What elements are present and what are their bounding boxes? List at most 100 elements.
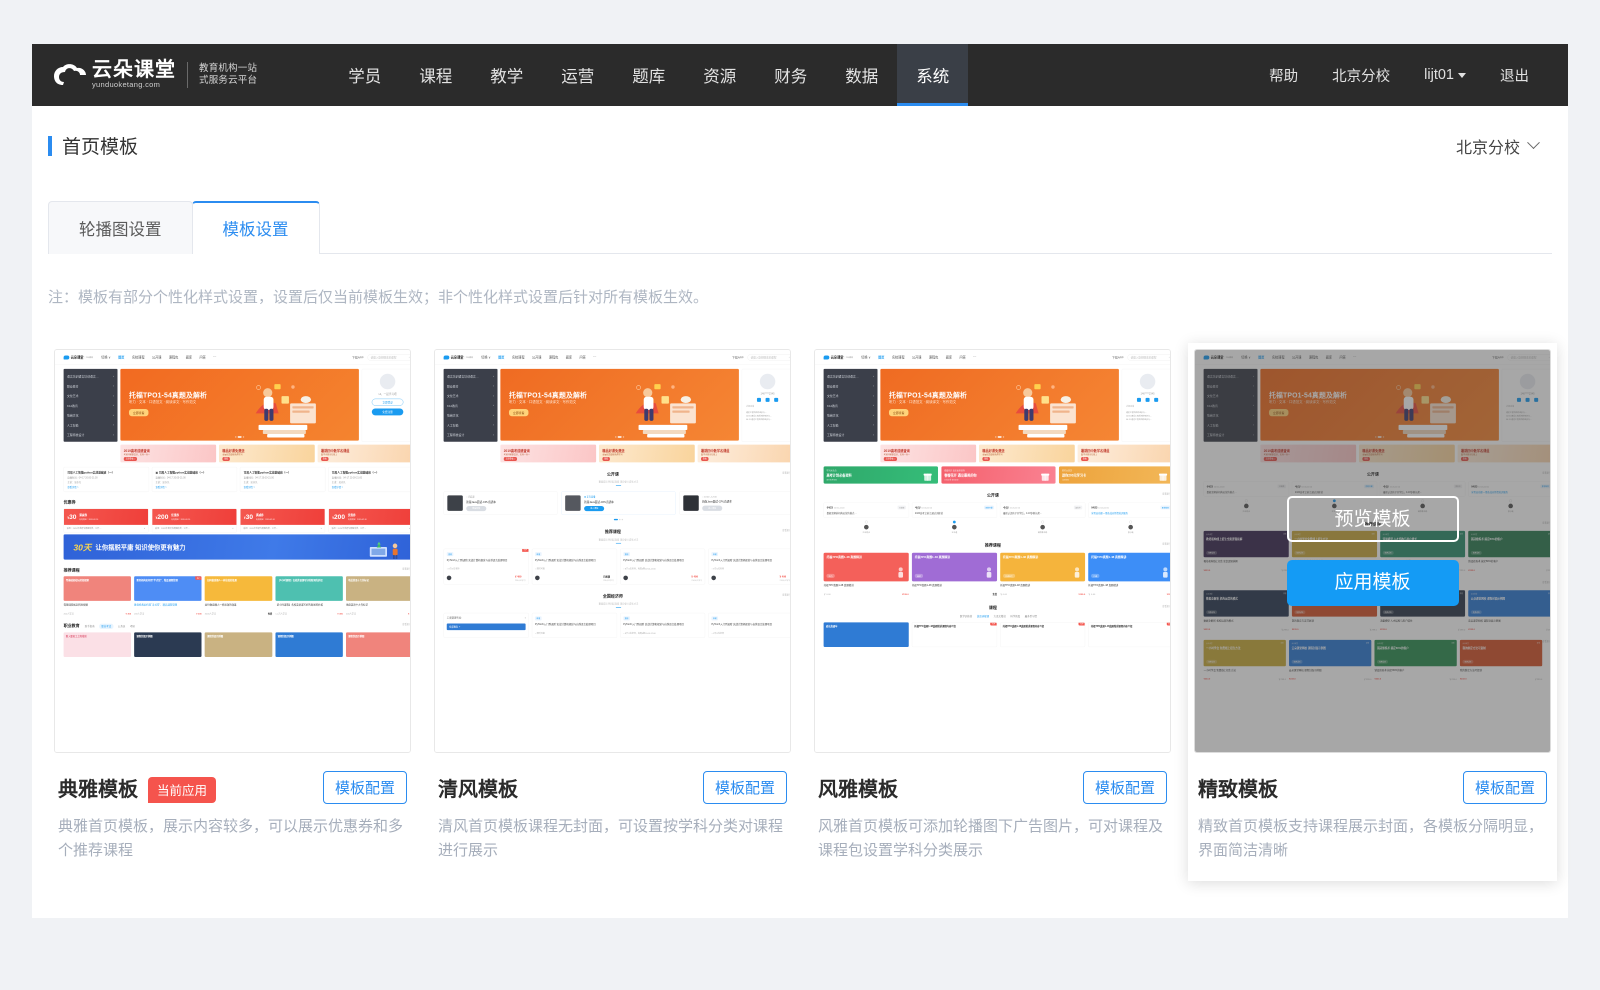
template-thumbnail-3[interactable]: 云朵课堂在线教育 切换 ∨首页名校课程公开课课程包题库问答··· 下载APP 请…: [1194, 349, 1551, 753]
nav-item-8[interactable]: 系统: [897, 44, 968, 106]
template-card-0[interactable]: 云朵课堂在线教育 切换 ∨首页名校课程公开课课程包题库问答··· 下载APP 请…: [48, 343, 417, 881]
template-config-button-2[interactable]: 模板配置: [1083, 771, 1167, 804]
mock-search-box: 请输入您想搜索的课程⌕: [748, 354, 791, 360]
campus-selector[interactable]: 北京分校: [1456, 134, 1538, 158]
mock-public3-title: 公开课 查看更多 >: [824, 492, 1171, 498]
mock-schedule: 04/23 10:00-11:00 已结束 数据全解析机构运营的模式… 今日/ …: [824, 503, 1171, 518]
template-thumbnail-0[interactable]: 云朵课堂在线教育 切换 ∨首页名校课程公开课课程包题库问答··· 下载APP 请…: [54, 349, 411, 753]
nav-item-3[interactable]: 运营: [542, 44, 613, 106]
mock-hero-banner: 托福TPO1-54真题及解析 听力 · 文本 · 口语范文 · 阅读译文 · 写…: [120, 369, 359, 441]
mock-menu-item-3: 公开课: [912, 355, 921, 360]
mock-menu-item-2: 名校课程: [132, 355, 145, 360]
template-config-button-3[interactable]: 模板配置: [1463, 771, 1547, 804]
mock-login-panel: Hi，一起学习吧 立即登录 免费注册: [362, 369, 411, 442]
mock-rec2-card-3: 录播PyTorch入门到进阶 实战计算机视觉与自然语言处理项目 ○ 8节/1位老…: [708, 549, 791, 585]
mock-menu-item-3: 公开课: [532, 355, 541, 360]
mock-course3-tab-2: 大语文精读: [994, 614, 1006, 617]
mock-category-item-6: 工程师类设计›: [824, 430, 878, 440]
mock-course-strip: 司易人工智能python实战基础班（一）直播时间：04-17 20:00-21:…: [64, 467, 411, 492]
note-text: 注：模板有部分个性化样式设置，设置后仅当前模板生效；非个性化样式设置后针对所有模…: [48, 286, 1568, 307]
mock-category-item-4: 情绪文化›: [824, 410, 878, 420]
brand-logo[interactable]: 云朵课堂 yunduoketang.com 教育机构一站 式服务云平台: [54, 61, 257, 90]
app-root: 云朵课堂 yunduoketang.com 教育机构一站 式服务云平台 学员课程…: [0, 0, 1600, 990]
template-thumbnail-1[interactable]: 云朵课堂在线教育 切换 ∨首页名校课程公开课课程包题库问答··· 下载APP 请…: [434, 349, 791, 753]
top-right-item-2[interactable]: lijt01: [1407, 67, 1483, 83]
mock-logo: 云朵课堂在线教育: [64, 355, 94, 360]
mock-schedule-teacher-3: 张小敏: [1088, 521, 1171, 534]
avatar: [623, 576, 628, 581]
top-right-item-1[interactable]: 北京分校: [1315, 65, 1407, 86]
mock-ad-0: 2019高考成绩查询考前冲刺拿高分，名师一对一立即查看 >: [880, 445, 976, 463]
mock-category-item-5: 人工智能›: [824, 420, 878, 430]
mock-econ-title: 全国经济师 查看更多 >: [444, 593, 791, 599]
mock-menu-item-4: 课程包: [169, 355, 178, 360]
mock-category-item-1: 职业教育›: [444, 381, 498, 391]
template-card-meta-1: 清风模板 模板配置 清风首页模板课程无封面，可设置按学科分类对课程进行展示: [434, 753, 791, 863]
tab-1[interactable]: 模板设置: [192, 201, 320, 254]
mock-category-item-5: 人工智能›: [64, 420, 118, 430]
template-card-2[interactable]: 云朵课堂在线教育 切换 ∨首页名校课程公开课课程包题库问答··· 下载APP 请…: [808, 343, 1177, 881]
mock-course3-tab-4: 最多型习惯: [1025, 614, 1037, 617]
mock-download-app: 下载APP: [732, 355, 743, 359]
top-right-item-3[interactable]: 退出: [1483, 65, 1546, 86]
mock-ad3-0: 学习大礼包高考计划必备资料限时免费领取: [824, 466, 938, 483]
avatar: [711, 576, 716, 581]
tab-0[interactable]: 轮播图设置: [48, 201, 193, 254]
nav-item-5[interactable]: 资源: [684, 44, 755, 106]
mock-course3-card-1: TOP托福TPO真题1-48真题精讲课程内容介绍: [912, 622, 997, 647]
current-applied-badge: 当前应用: [148, 777, 216, 803]
mock-teacher-0: ○ 已结束 新版Java面试-CPU直通车查看回放: [444, 491, 558, 515]
template-card-1[interactable]: 云朵课堂在线教育 切换 ∨首页名校课程公开课课程包题库问答··· 下载APP 请…: [428, 343, 797, 881]
mock-econ-card-0: 录播PyTorch入门到进阶 实战计算机视觉与自然语言处理项目○ 限时可报: [532, 613, 617, 638]
mock-menu-item-6: 问答: [200, 355, 206, 360]
template-thumbnail-2[interactable]: 云朵课堂在线教育 切换 ∨首页名校课程公开课课程包题库问答··· 下载APP 请…: [814, 349, 1171, 753]
mock-voc-card-2: 课程封面示例图: [205, 632, 272, 657]
mock-menu-item-1: 首页: [118, 355, 124, 360]
mock-menu-item-6: 问答: [580, 355, 586, 360]
mock-coupon-list: ¥30 满减券有效期至：2020-02-10 适用：2020年考研专属题库类、公…: [64, 509, 411, 533]
nav-item-0[interactable]: 学员: [329, 44, 400, 106]
nav-item-2[interactable]: 教学: [471, 44, 542, 106]
mock-coupon-0: ¥30 满减券有效期至：2020-02-10 适用：2020年考研专属题库类、公…: [64, 509, 149, 533]
mock-schedule-2: 今日/ 11:20-11:50 报名中 最新认识孩子开学后，3-18岁家长帮…: [1000, 503, 1085, 518]
nav-item-4[interactable]: 题库: [613, 44, 684, 106]
template-hover-overlay: 预览模板 应用模板: [1195, 350, 1550, 752]
avatar: [683, 495, 698, 510]
mock-rec2-card-2: 直播PyTorch入门到进阶 实战计算机视觉与自然语言处理项目 ○ 8节/1位老…: [620, 549, 705, 585]
apply-template-button[interactable]: 应用模板: [1287, 560, 1459, 606]
mock-category-item-3: K12教育›: [444, 400, 498, 410]
template-config-button-1[interactable]: 模板配置: [703, 771, 787, 804]
mock-menu: 切换 ∨首页名校课程公开课课程包题库问答···: [861, 355, 976, 360]
mock-banner-dots: [235, 436, 244, 437]
mock-menu-item-6: 问答: [960, 355, 966, 360]
avatar: [535, 576, 540, 581]
mock-menu-item-5: 题库: [566, 355, 572, 360]
mock-menu: 切换 ∨首页名校课程公开课课程包题库问答···: [101, 355, 216, 360]
template-config-button-0[interactable]: 模板配置: [323, 771, 407, 804]
nav-item-6[interactable]: 财务: [755, 44, 826, 106]
mock-category-item-3: K12教育›: [824, 400, 878, 410]
mock-category-sidebar: 语言培训语言培训语言…›职业教育›文化艺术›K12教育›情绪文化›人工智能›工程…: [824, 369, 878, 442]
mock-rec-card-1: 教育机构如何用“半式堂”、精品课程管理热门 教育机构如何用“半式堂”、精品课程管…: [134, 576, 201, 615]
mock-menu-item-7: ···: [973, 355, 976, 360]
mock-register-button: 免费注册: [372, 408, 404, 415]
mock-rec2-card-1: 录播PyTorch入门到进阶 实战计算机视觉与自然语言处理项目 ○ 限时可报 已…: [532, 549, 617, 585]
mock-rec3-grid: 托福TPO真题1-48 真题精讲听力 托福TPO真题1-48 真题精讲 ￥ 0.…: [824, 553, 1171, 596]
mock-course3-grid: 成长直通车 TOP托福TPO真题1-48真题精讲课程内容介绍 TOP托福TPO真…: [824, 622, 1171, 647]
mock-econ-grid: 工商管理专业› 全部教务 > 录播PyTorch入门到进阶 实战计算机视觉与自然…: [444, 613, 791, 638]
nav-item-1[interactable]: 课程: [400, 44, 471, 106]
mock-download-app: 下载APP: [352, 355, 363, 359]
top-right-item-0[interactable]: 帮助: [1252, 65, 1315, 86]
mock-hero: 语言培训语言培训语言…›职业教育›文化艺术›K12教育›情绪文化›人工智能›工程…: [64, 369, 411, 442]
preview-template-button[interactable]: 预览模板: [1287, 496, 1459, 542]
template-card-3[interactable]: 云朵课堂在线教育 切换 ∨首页名校课程公开课课程包题库问答··· 下载APP 请…: [1188, 343, 1557, 881]
mock-ad-2: 暑期四中数学名课组教学内容尽在掌上查看: [318, 445, 411, 463]
mock-ad-0: 2019高考成绩查询考前冲刺拿高分，名师一对一立即查看 >: [120, 445, 216, 463]
mock-cloud-icon: [824, 355, 830, 359]
nav-item-7[interactable]: 数据: [826, 44, 897, 106]
mock-ad-row: 2019高考成绩查询考前冲刺拿高分，名师一对一立即查看 > 精品好课免费送海量优…: [120, 445, 411, 463]
mock-category-item-4: 情绪文化›: [444, 410, 498, 420]
template-preview-render-2: 云朵课堂在线教育 切换 ∨首页名校课程公开课课程包题库问答··· 下载APP 请…: [815, 350, 1171, 753]
mock-rec-grid: 零基础轻松玩转短视频 零基础轻松玩转短视频 200人学习¥ 300 教育机构如何…: [64, 576, 411, 615]
mock-ads3: 学习大礼包高考计划必备资料限时免费领取 春暖花开 遇见最美的你春暖花开 遇见最美…: [824, 466, 1171, 483]
